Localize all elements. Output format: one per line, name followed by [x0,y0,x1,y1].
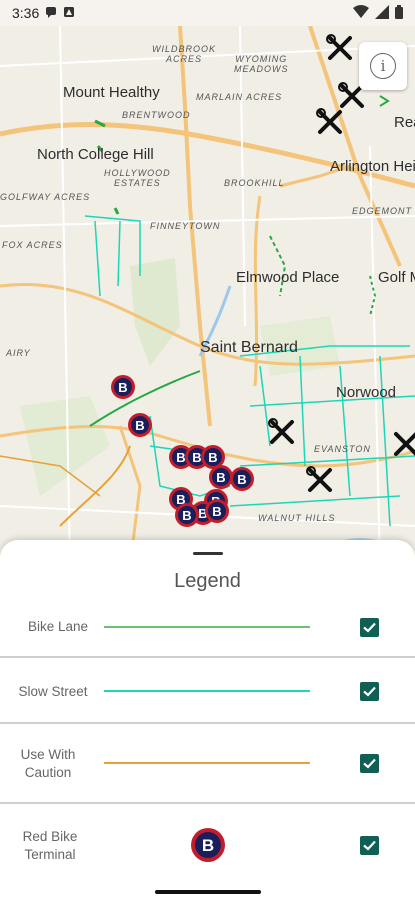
map-label-mount-healthy: Mount Healthy [63,84,160,101]
map-label-hollywood-estates: HOLLYWOOD ESTATES [104,168,171,188]
caution-checkbox[interactable] [360,754,379,773]
terminal-letter: B [118,380,127,395]
map-label-walnut-hills: WALNUT HILLS [258,513,336,523]
divider [0,656,415,658]
bike-lane-checkbox[interactable] [360,618,379,637]
map-label-evanston: EVANSTON [314,444,371,454]
chat-icon [45,6,57,21]
red-bike-terminal-icon: B [190,827,226,868]
drag-handle[interactable] [193,552,223,555]
map-view[interactable]: Mount Healthy North College Hill Arlingt… [0,26,415,566]
battery-icon [395,5,403,19]
terminal-letter: B [135,418,144,433]
terminal-checkbox[interactable] [360,836,379,855]
map-label-golfway-acres: GOLFWAY ACRES [0,192,91,202]
status-time: 3:36 [12,5,40,21]
svg-text:B: B [202,836,214,855]
caution-swatch [104,762,310,764]
map-label-airy: AIRY [6,348,31,358]
legend-label: Slow Street [18,684,88,699]
terminal-letter: B [237,472,246,487]
map-label-north-college-hill: North College Hill [37,146,154,163]
legend-label: Red Bike Terminal [22,829,78,862]
legend-row-red-bike-terminal[interactable]: Red Bike Terminal B [0,824,415,872]
legend-sheet[interactable]: Legend Bike Lane Slow Street Use With Ca… [0,540,415,888]
legend-label: Bike Lane [27,619,89,634]
navigation-bar [0,888,415,900]
legend-row-use-with-caution[interactable]: Use With Caution [0,740,415,788]
map-label-marlain-acres: MARLAIN ACRES [196,92,283,102]
map-label-arlington-heights: Arlington Heig [330,158,415,175]
map-label-brentwood: BRENTWOOD [122,110,191,120]
status-bar: 3:36 [0,0,415,26]
slow-street-checkbox[interactable] [360,682,379,701]
legend-row-slow-street[interactable]: Slow Street [0,672,415,712]
map-label-edgemont: EDGEMONT [352,206,413,216]
signal-icon [375,5,389,19]
map-label-golf-manor: Golf M [378,269,415,286]
legend-row-bike-lane[interactable]: Bike Lane [0,608,415,648]
status-icons [353,5,403,19]
map-label-fox-acres: FOX ACRES [2,240,63,250]
info-button[interactable]: i [359,42,407,90]
terminal-letter: B [216,470,225,485]
map-label-reading: Rea [394,114,415,131]
terminal-letter: B [212,504,221,519]
legend-title: Legend [174,570,241,592]
legend-label: Use With Caution [20,747,76,780]
map-label-norwood: Norwood [336,384,397,401]
map-label-wildbrook-acres: WILDBROOK ACRES [152,44,217,64]
bike-lane-swatch [104,626,310,628]
map-label-brookhill: BROOKHILL [224,178,285,188]
slow-street-swatch [104,690,310,692]
divider [0,722,415,724]
map-label-finneytown: FINNEYTOWN [150,221,221,231]
divider [0,802,415,804]
home-indicator[interactable] [155,890,261,894]
map-label-elmwood-place: Elmwood Place [236,269,340,286]
terminal-letter: B [208,450,217,465]
info-icon: i [370,53,396,79]
wifi-icon [353,5,369,18]
map-label-wyoming-meadows: WYOMING MEADOWS [234,54,289,74]
terminal-letter: B [182,508,191,523]
notification-icon [63,6,75,21]
map-label-saint-bernard: Saint Bernard [200,339,298,356]
